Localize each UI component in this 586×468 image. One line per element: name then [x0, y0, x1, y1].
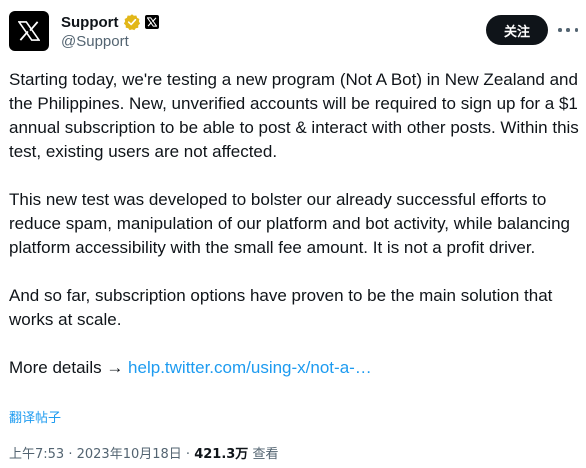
translate-post-link[interactable]: 翻译帖子 — [9, 407, 61, 426]
tweet-paragraph-1: Starting today, we're testing a new prog… — [9, 70, 579, 161]
follow-button[interactable]: 关注 — [486, 15, 548, 45]
views-label: 查看 — [248, 447, 279, 462]
tweet-date[interactable]: 2023年10月18日 — [77, 447, 182, 462]
tweet-meta: 上午7:53 · 2023年10月18日 · 421.3万 查看 — [9, 443, 278, 462]
more-dots-icon[interactable] — [558, 22, 578, 38]
help-link[interactable]: help.twitter.com/using-x/not-a-… — [128, 358, 372, 377]
author-name-row: Support — [61, 12, 159, 32]
more-dot — [566, 28, 570, 32]
tweet-paragraph-4: More details → help.twitter.com/using-x/… — [9, 356, 581, 380]
views-count: 421.3万 — [194, 447, 249, 462]
tweet-paragraph-3: And so far, subscription options have pr… — [9, 286, 553, 329]
author-info: Support @Support — [61, 12, 159, 50]
tweet-text: Starting today, we're testing a new prog… — [9, 68, 581, 380]
more-dot — [574, 28, 578, 32]
tweet-paragraph-2: This new test was developed to bolster o… — [9, 190, 570, 257]
author-handle[interactable]: @Support — [61, 33, 159, 50]
x-logo-icon — [18, 21, 40, 41]
author-display-name[interactable]: Support — [61, 14, 119, 31]
meta-separator: · — [64, 447, 77, 462]
x-affiliate-badge-icon[interactable] — [144, 15, 159, 29]
tweet-time[interactable]: 上午7:53 — [9, 447, 64, 462]
meta-separator: · — [181, 447, 195, 462]
more-dot — [558, 28, 562, 32]
avatar[interactable] — [9, 11, 49, 51]
verified-badge-icon[interactable] — [123, 13, 141, 31]
more-details-text: More details → — [9, 358, 129, 377]
